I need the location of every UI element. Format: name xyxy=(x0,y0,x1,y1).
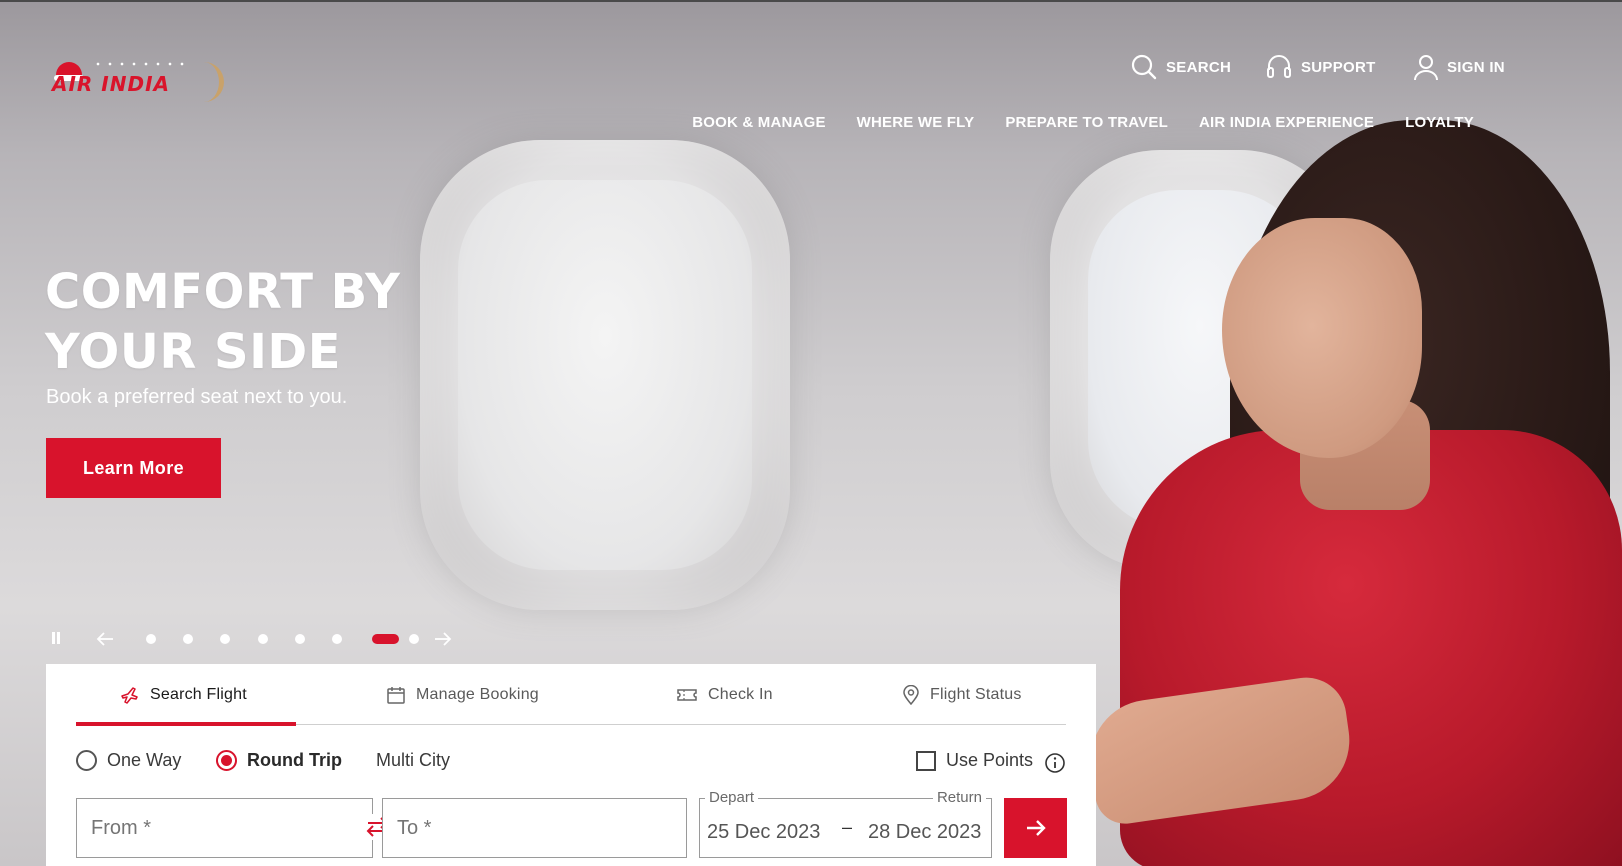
top-border xyxy=(0,0,1622,2)
nav-air-india-experience[interactable]: AIR INDIA EXPERIENCE xyxy=(1199,114,1374,131)
carousel-dot-4[interactable] xyxy=(258,634,268,644)
tab-flight-status-label: Flight Status xyxy=(930,685,1022,703)
carousel-dot-3[interactable] xyxy=(220,634,230,644)
calendar-icon xyxy=(387,686,405,704)
location-pin-icon xyxy=(903,684,919,705)
return-label: Return xyxy=(932,789,986,806)
search-label: SEARCH xyxy=(1166,58,1232,76)
search-icon xyxy=(1131,54,1157,80)
arrow-right-icon xyxy=(1026,820,1046,836)
logo-swoosh xyxy=(192,62,224,102)
carousel-dot-7-active[interactable] xyxy=(372,634,399,644)
tab-manage-booking-label: Manage Booking xyxy=(416,685,539,703)
radio-circle xyxy=(76,750,97,771)
multi-city-label: Multi City xyxy=(376,750,451,770)
search-flights-button[interactable] xyxy=(1004,798,1067,858)
use-points-checkbox[interactable]: Use Points xyxy=(916,750,1033,771)
carousel-dot-5[interactable] xyxy=(295,634,305,644)
logo-text: AIR INDIA xyxy=(52,72,170,96)
support-label: SUPPORT xyxy=(1301,58,1376,76)
depart-date[interactable]: 25 Dec 2023 xyxy=(707,821,820,844)
booking-tabs: Search Flight Manage Booking Check In Fl… xyxy=(76,664,1066,726)
nav-prepare-to-travel[interactable]: PREPARE TO TRAVEL xyxy=(1005,114,1168,131)
hero-headline-line2: YOUR SIDE xyxy=(45,324,342,380)
radio-one-way[interactable]: One Way xyxy=(76,750,181,771)
checkbox-box xyxy=(916,750,936,771)
support-link[interactable]: SUPPORT xyxy=(1265,52,1376,82)
nav-book-manage[interactable]: BOOK & MANAGE xyxy=(692,114,825,131)
air-india-logo[interactable]: AIR INDIA xyxy=(52,58,224,104)
return-date[interactable]: 28 Dec 2023 xyxy=(868,821,981,844)
arrow-left-icon[interactable] xyxy=(94,628,116,650)
date-range-field[interactable]: Depart Return 25 Dec 2023 – 28 Dec 2023 xyxy=(699,789,992,858)
tab-check-in-label: Check In xyxy=(708,685,773,703)
carousel-dot-1[interactable] xyxy=(146,634,156,644)
pause-icon[interactable] xyxy=(52,632,60,644)
from-input[interactable] xyxy=(77,799,372,857)
info-icon[interactable] xyxy=(1044,752,1066,774)
booking-widget: Search Flight Manage Booking Check In Fl… xyxy=(46,664,1096,866)
main-navigation: BOOK & MANAGE WHERE WE FLY PREPARE TO TR… xyxy=(692,114,1474,131)
hero-headline-line1: COMFORT BY xyxy=(45,264,401,320)
sign-in-link[interactable]: SIGN IN xyxy=(1413,52,1505,82)
hero-subheadline: Book a preferred seat next to you. xyxy=(46,386,348,408)
multi-city-option[interactable]: Multi City xyxy=(376,750,450,771)
radio-circle-selected xyxy=(216,750,237,771)
radio-one-way-label: One Way xyxy=(107,750,182,770)
ticket-icon xyxy=(677,688,697,701)
logo-snow-dots xyxy=(92,60,192,70)
carousel-controls xyxy=(48,628,468,650)
tab-search-flight-label: Search Flight xyxy=(150,685,247,703)
tab-search-flight[interactable]: Search Flight xyxy=(120,664,247,725)
hero-headline: COMFORT BY YOUR SIDE xyxy=(45,262,565,382)
plane-icon xyxy=(121,686,138,704)
learn-more-button[interactable]: Learn More xyxy=(46,438,221,498)
depart-label: Depart xyxy=(705,789,759,806)
radio-round-trip[interactable]: Round Trip xyxy=(216,750,342,771)
to-input[interactable] xyxy=(383,799,686,857)
tab-manage-booking[interactable]: Manage Booking xyxy=(386,664,539,725)
trip-type-row: One Way Round Trip Multi City Use Points xyxy=(76,750,1066,778)
tab-check-in[interactable]: Check In xyxy=(676,664,773,725)
date-separator: – xyxy=(842,817,853,837)
headset-icon xyxy=(1267,55,1291,78)
radio-round-trip-label: Round Trip xyxy=(247,750,342,770)
tab-flight-status[interactable]: Flight Status xyxy=(902,664,1022,725)
sign-in-label: SIGN IN xyxy=(1447,58,1505,76)
to-field[interactable] xyxy=(382,798,687,858)
carousel-dot-2[interactable] xyxy=(183,634,193,644)
carousel-dot-6[interactable] xyxy=(332,634,342,644)
nav-where-we-fly[interactable]: WHERE WE FLY xyxy=(857,114,975,131)
carousel-dot-8[interactable] xyxy=(409,634,419,644)
active-tab-indicator xyxy=(76,722,296,726)
arrow-right-icon[interactable] xyxy=(432,628,454,650)
nav-loyalty[interactable]: LOYALTY xyxy=(1405,114,1474,131)
user-icon xyxy=(1414,55,1438,81)
use-points-label: Use Points xyxy=(946,750,1034,770)
search-link[interactable]: SEARCH xyxy=(1130,52,1231,82)
from-field[interactable] xyxy=(76,798,373,858)
